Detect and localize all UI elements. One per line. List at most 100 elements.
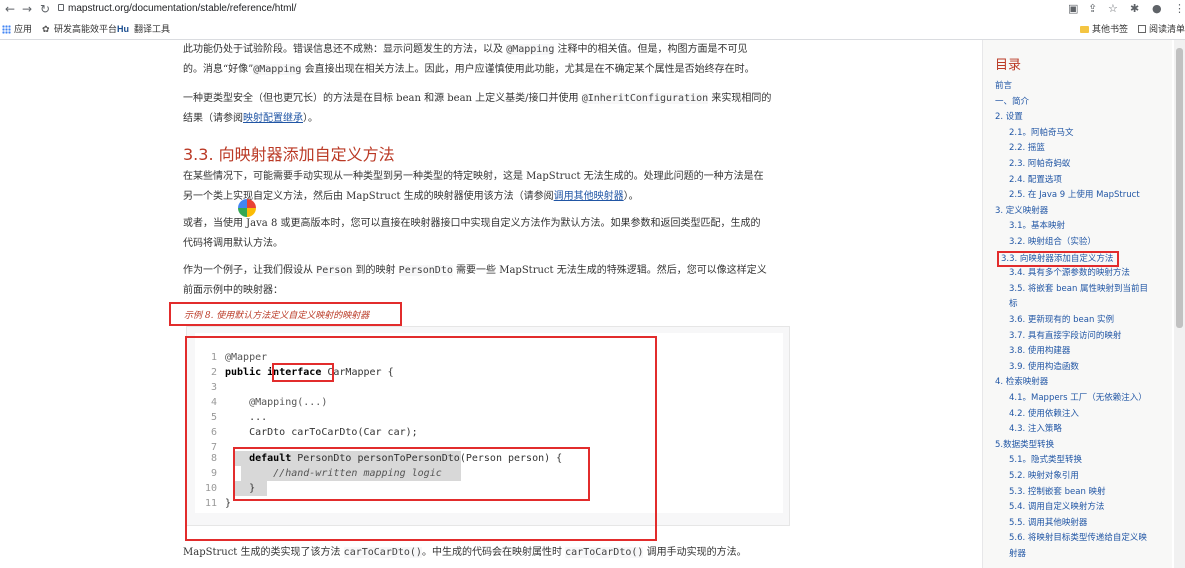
other-bookmarks-label: 其他书签 [1092,24,1129,34]
annotation-box-interface [272,363,334,382]
text: 会直接出现在相关方法上。因此，用户应谨慎使用此功能，尤其是在不确定某个属性是否始… [301,64,755,75]
text: 一种更类型安全（但也更冗长）的方法是在目标 bean 和源 bean 上定义基类… [183,93,582,104]
paragraph-3: 在某些情况下，可能需要手动实现从一种类型到另一种类型的特定映射，这是 MapSt… [183,167,793,207]
toc-title: 目录 [995,58,1022,73]
text: 结果（请参阅 [183,113,243,124]
reading-list[interactable]: 阅读清单 [1138,24,1185,35]
toc-item[interactable]: 前言 [995,80,1012,92]
toc-item[interactable]: 3.8. 使用构建器 [1009,345,1070,357]
gear-icon: ✿ [42,24,50,34]
text: 的。消息“好像” [183,64,254,75]
paragraph-6: MapStruct 生成的类实现了该方法 carToCarDto()。中生成的代… [183,543,793,563]
toc-item[interactable]: 5.5. 调用其他映射器 [1009,517,1087,529]
inline-code: Person [316,265,353,276]
toc-item[interactable]: 5.1。隐式类型转换 [1009,454,1082,466]
text: 代码将调用默认方法。 [183,238,283,249]
apps-grid-icon[interactable] [2,25,11,34]
bookmark-translate[interactable]: 翻译工具 [134,24,170,35]
toc-item[interactable]: 4.3. 注入策略 [1009,423,1062,435]
inline-code: @Mapping [506,44,555,55]
toc-item[interactable]: 3.6. 更新现有的 bean 实例 [1009,314,1114,326]
other-bookmarks[interactable]: 其他书签 [1080,24,1128,35]
text: 前面示例中的映射器： [183,285,283,296]
toc-item[interactable]: 标 [1009,298,1018,310]
back-arrow-icon[interactable]: ← [5,1,15,17]
toc-item[interactable]: 3.7. 具有直接字段访问的映射 [1009,330,1121,342]
mapping-config-inheritance-link[interactable]: 映射配置继承 [243,113,303,124]
menu-icon[interactable]: ⋮ [1174,2,1185,16]
annotation-box-code [185,336,657,541]
toc-item[interactable]: 一、简介 [995,96,1029,108]
text: 此功能仍处于试验阶段。错误信息还不成熟：显示问题发生的方法，以及 [183,44,507,55]
address-bar[interactable]: mapstruct.org/documentation/stable/refer… [68,3,296,14]
bookmark-rd-platform[interactable]: 研发高能效平台 [54,24,117,35]
text: 或者，当使用 Java 8 或更高版本时，您可以直接在映射器接口中实现自定义方法… [183,218,761,229]
toc-item[interactable]: 5.4. 调用自定义映射方法 [1009,501,1104,513]
browser-toolbar: ← → ↻ mapstruct.org/documentation/stable… [0,0,1185,19]
inline-code: @InheritConfiguration [581,93,709,104]
toc-item[interactable]: 2.5. 在 Java 9 上使用 MapStruct [1009,189,1140,201]
paragraph-4: 或者，当使用 Java 8 或更高版本时，您可以直接在映射器接口中实现自定义方法… [183,214,793,254]
toc-item[interactable]: 4.1。Mappers 工厂（无依赖注入） [1009,392,1147,404]
forward-arrow-icon[interactable]: → [22,1,32,17]
section-heading: 3.3. 向映射器添加自定义方法 [183,145,395,164]
toc-item[interactable]: 3. 定义映射器 [995,205,1048,217]
text: ）。 [623,191,639,202]
toc-sidebar: 目录 前言一、简介 2. 设置 2.1。阿帕奇马文 2.2. 摇篮 2.3. 阿帕奇蚂蚁… [982,40,1172,568]
toc-item[interactable]: 2.1。阿帕奇马文 [1009,127,1074,139]
reading-list-icon [1138,25,1146,33]
bookmark-hu[interactable]: Hu [117,24,129,35]
folder-icon [1080,26,1089,33]
bookmarks-bar: 应用 ✿ 研发高能效平台 Hu 翻译工具 其他书签 阅读清单 [0,19,1185,40]
inline-code: @Mapping [253,64,302,75]
toc-item[interactable]: 3.4. 具有多个源参数的映射方法 [1009,267,1130,279]
paragraph-1: 此功能仍处于试验阶段。错误信息还不成熟：显示问题发生的方法，以及 @Mappin… [183,40,793,80]
annotation-box-title [169,302,402,326]
toc-item[interactable]: 3.5. 将嵌套 bean 属性映射到当前目 [1009,283,1148,295]
extensions-icon[interactable]: ✱ [1130,2,1139,16]
toc-item[interactable]: 4.2. 使用依赖注入 [1009,408,1079,420]
bookmark-star-icon[interactable]: ☆ [1108,2,1118,16]
toc-item-active[interactable]: 3.3. 向映射器添加自定义方法 [997,250,1120,267]
lock-icon [58,4,64,11]
inline-code: carToCarDto() [343,547,422,558]
toc-item[interactable]: 2.2. 摇篮 [1009,142,1045,154]
translate-icon[interactable]: ▣ [1068,2,1078,16]
toc-item[interactable]: 射器 [1009,548,1026,560]
toc-item[interactable]: 2.3. 阿帕奇蚂蚁 [1009,158,1070,170]
profile-icon[interactable]: ● [1152,2,1162,16]
bookmark-apps[interactable]: 应用 [14,24,32,35]
invoke-other-mappers-link[interactable]: 调用其他映射器 [554,191,624,202]
toc-item[interactable]: 3.9. 使用构造函数 [1009,361,1079,373]
toc-item[interactable]: 5.3. 控制嵌套 bean 映射 [1009,486,1106,498]
toc-item[interactable]: 5.数据类型转换 [995,439,1054,451]
share-icon[interactable]: ⇪ [1088,2,1097,16]
reload-icon[interactable]: ↻ [40,1,50,17]
toc-item[interactable]: 2.4. 配置选项 [1009,174,1062,186]
text: 另一个类上实现自定义方法，然后由 MapStruct 生成的映射器使用该方法（请… [183,191,554,202]
text: MapStruct 生成的类实现了该方法 [183,547,344,558]
text: 在某些情况下，可能需要手动实现从一种类型到另一种类型的特定映射，这是 MapSt… [183,171,764,182]
toc-item[interactable]: 3.2. 映射组合（实验） [1009,236,1096,248]
reading-list-label: 阅读清单 [1149,24,1185,34]
paragraph-5: 作为一个例子，让我们假设从 Person 到的映射 PersonDto 需要一些… [183,261,793,301]
text: 作为一个例子，让我们假设从 [183,265,317,276]
annotation-box-default-method [233,447,590,501]
text: 。中生成的代码会在映射属性时 [421,547,566,558]
scrollbar-thumb[interactable] [1176,48,1183,328]
toc-item[interactable]: 5.6. 将映射目标类型传递给自定义映 [1009,532,1147,544]
text: 到的映射 [352,265,399,276]
inline-code: PersonDto [398,265,453,276]
text: 调用手动实现的方法。 [643,547,747,558]
inline-code: carToCarDto() [565,547,644,558]
text: ）。 [303,113,318,124]
text: 需要一些 MapStruct 无法生成的特殊逻辑。然后，您可以像这样定义 [452,265,767,276]
text: 来实现相同的 [708,93,772,104]
doc-content: 此功能仍处于试验阶段。错误信息还不成熟：显示问题发生的方法，以及 @Mappin… [0,40,980,568]
toc-item[interactable]: 4. 检索映射器 [995,376,1048,388]
paragraph-2: 一种更类型安全（但也更冗长）的方法是在目标 bean 和源 bean 上定义基类… [183,89,793,129]
text: 注释中的相关值。但是，构图方面是不可见 [554,44,748,55]
toc-item[interactable]: 2. 设置 [995,111,1023,123]
toc-item[interactable]: 3.1。基本映射 [1009,220,1065,232]
toc-item[interactable]: 5.2. 映射对象引用 [1009,470,1079,482]
